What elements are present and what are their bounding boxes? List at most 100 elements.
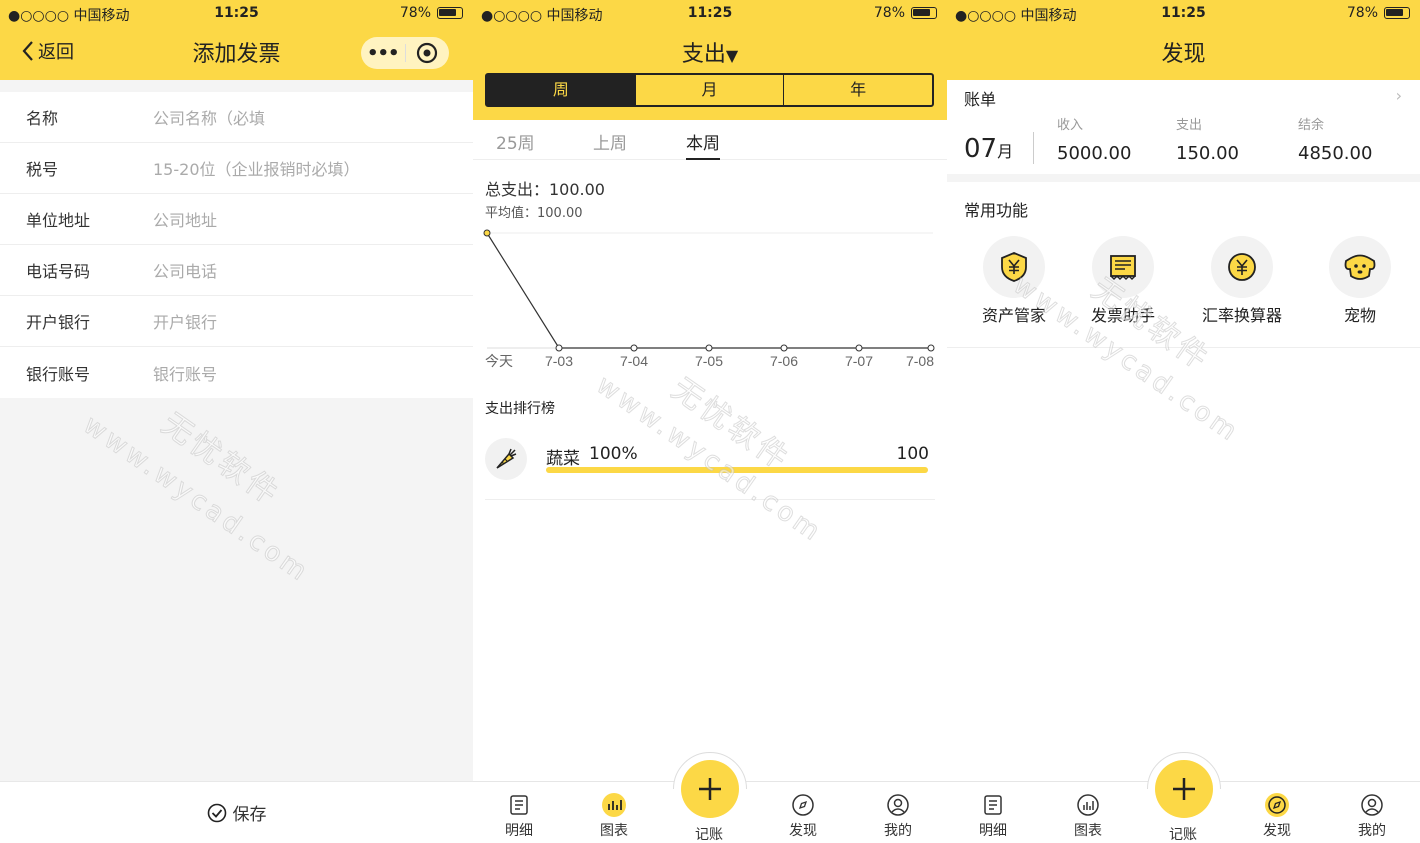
status-bar: ●○○○○ 中国移动 11:25 78%: [947, 0, 1420, 26]
data-point[interactable]: [927, 344, 935, 352]
func-label: 宠物: [1343, 306, 1376, 325]
discover-screen: ●○○○○ 中国移动 11:25 78% 发现 账单 › 07月 收入 5000.…: [947, 0, 1420, 843]
form-row-tax-id[interactable]: 税号 15-20位（企业报销时必填）: [0, 143, 473, 194]
data-point[interactable]: [780, 344, 788, 352]
func-invoice[interactable]: 发票助手: [1068, 236, 1178, 326]
tab-record[interactable]: 记账: [1153, 822, 1213, 843]
bill-title: 账单: [964, 90, 997, 109]
more-menu-button[interactable]: •••: [361, 43, 405, 64]
week-tab-25[interactable]: 25周: [496, 129, 535, 154]
segment-week[interactable]: 周: [487, 75, 635, 105]
tab-discover[interactable]: 发现: [1247, 792, 1307, 840]
x-tick-label: 7-03: [545, 353, 573, 369]
segment-year[interactable]: 年: [783, 75, 932, 105]
week-tab-last[interactable]: 上周: [593, 129, 627, 154]
nav-bar: 发现: [947, 26, 1420, 80]
period-segmented-control: 周 月 年: [485, 73, 934, 107]
balance-column: 结余 4850.00: [1298, 114, 1372, 164]
check-circle-icon: [207, 803, 226, 822]
add-record-button[interactable]: [1155, 760, 1213, 818]
func-exchange[interactable]: 汇率换算器: [1187, 236, 1297, 326]
form-row-phone[interactable]: 电话号码 公司电话: [0, 245, 473, 296]
x-tick-label: 7-07: [845, 353, 873, 369]
invoice-icon: [1092, 236, 1154, 298]
status-right: 78%: [874, 5, 937, 21]
battery-percent: 78%: [399, 5, 431, 21]
x-tick-label: 7-08: [906, 353, 934, 369]
segment-month[interactable]: 月: [634, 75, 784, 105]
func-assets[interactable]: 资产管家: [959, 236, 1069, 326]
week-tab-current[interactable]: 本周: [686, 129, 720, 160]
tab-discover[interactable]: 发现: [773, 792, 833, 840]
ranking-item[interactable]: 蔬菜 100% 100: [485, 430, 935, 500]
x-tick-label: 7-05: [695, 353, 723, 369]
data-point[interactable]: [555, 344, 563, 352]
data-point[interactable]: [483, 229, 491, 237]
average-expense: 平均值：100.00: [485, 206, 583, 221]
nav-bar: 支出▼: [473, 26, 947, 80]
expense-label: 支出: [1176, 118, 1203, 133]
bill-card[interactable]: 账单 › 07月 收入 5000.00 支出 150.00 结余 4850.00: [947, 80, 1420, 182]
form-row-name[interactable]: 名称 公司名称（必填: [0, 92, 473, 143]
chart-icon: [1077, 794, 1099, 816]
tab-label: 记账: [1169, 827, 1197, 843]
tab-chart[interactable]: 图表: [1058, 792, 1118, 840]
form-row-bank[interactable]: 开户银行 开户银行: [0, 296, 473, 347]
tab-label: 图表: [600, 823, 628, 839]
tab-label: 我的: [1358, 823, 1386, 839]
series-line: [486, 232, 931, 349]
tax-id-input[interactable]: 15-20位（企业报销时必填）: [153, 156, 360, 180]
data-point[interactable]: [705, 344, 713, 352]
field-label: 开户银行: [26, 313, 91, 332]
ranking-percent: 100%: [589, 444, 638, 464]
form-row-address[interactable]: 单位地址 公司地址: [0, 194, 473, 245]
bank-input[interactable]: 开户银行: [153, 309, 217, 333]
field-label: 电话号码: [26, 262, 91, 281]
phone-input[interactable]: 公司电话: [153, 258, 217, 282]
expense-value: 150.00: [1176, 143, 1239, 164]
tab-bar: 明细 图表 记账 发现 我的: [947, 752, 1420, 843]
func-label: 汇率换算器: [1201, 306, 1282, 325]
balance-value: 4850.00: [1298, 143, 1373, 164]
x-tick-label: 7-04: [620, 353, 648, 369]
func-pet[interactable]: 宠物: [1305, 236, 1415, 326]
func-label: 发票助手: [1090, 306, 1155, 325]
save-label: 保存: [232, 805, 267, 825]
ranking-title: 支出排行榜: [485, 401, 555, 417]
tab-mine[interactable]: 我的: [1342, 792, 1402, 840]
save-button[interactable]: 保存: [0, 781, 473, 843]
caret-down-icon: ▼: [725, 46, 739, 65]
list-doc-icon: [510, 795, 528, 815]
tab-detail[interactable]: 明细: [963, 792, 1023, 840]
address-input[interactable]: 公司地址: [153, 207, 217, 231]
tab-label: 发现: [1263, 823, 1291, 839]
add-invoice-screen: ●○○○○ 中国移动 11:25 78% 返回 添加发票 ••• 名称 公司名称（…: [0, 0, 473, 843]
tab-record[interactable]: 记账: [679, 822, 739, 843]
tab-chart[interactable]: 图表: [584, 792, 644, 840]
data-point[interactable]: [855, 344, 863, 352]
compass-icon: [792, 794, 814, 816]
name-input[interactable]: 公司名称（必填: [153, 105, 265, 129]
income-label: 收入: [1057, 118, 1084, 133]
shield-yen-icon: [983, 236, 1045, 298]
form-row-account[interactable]: 银行账号 银行账号: [0, 347, 473, 398]
field-label: 银行账号: [26, 364, 91, 384]
add-record-button[interactable]: [681, 760, 739, 818]
type-dropdown[interactable]: 支出▼: [473, 36, 947, 68]
status-bar: ●○○○○ 中国移动 11:25 78%: [0, 0, 473, 26]
account-input[interactable]: 银行账号: [153, 361, 217, 385]
tab-label: 记账: [695, 827, 723, 843]
tab-label: 明细: [505, 823, 533, 839]
data-point[interactable]: [630, 344, 638, 352]
week-tabs: 25周 上周 本周: [473, 120, 947, 160]
user-icon: [887, 794, 909, 816]
battery-icon: [1384, 7, 1410, 19]
close-miniapp-button[interactable]: [405, 42, 449, 64]
ranking-progress-track: [546, 467, 928, 473]
tab-mine[interactable]: 我的: [868, 792, 928, 840]
plus-icon: [699, 778, 721, 800]
common-functions-title: 常用功能: [964, 201, 1029, 220]
x-tick-label: 7-06: [770, 353, 798, 369]
dog-face-icon: [1329, 236, 1391, 298]
tab-detail[interactable]: 明细: [489, 792, 549, 840]
